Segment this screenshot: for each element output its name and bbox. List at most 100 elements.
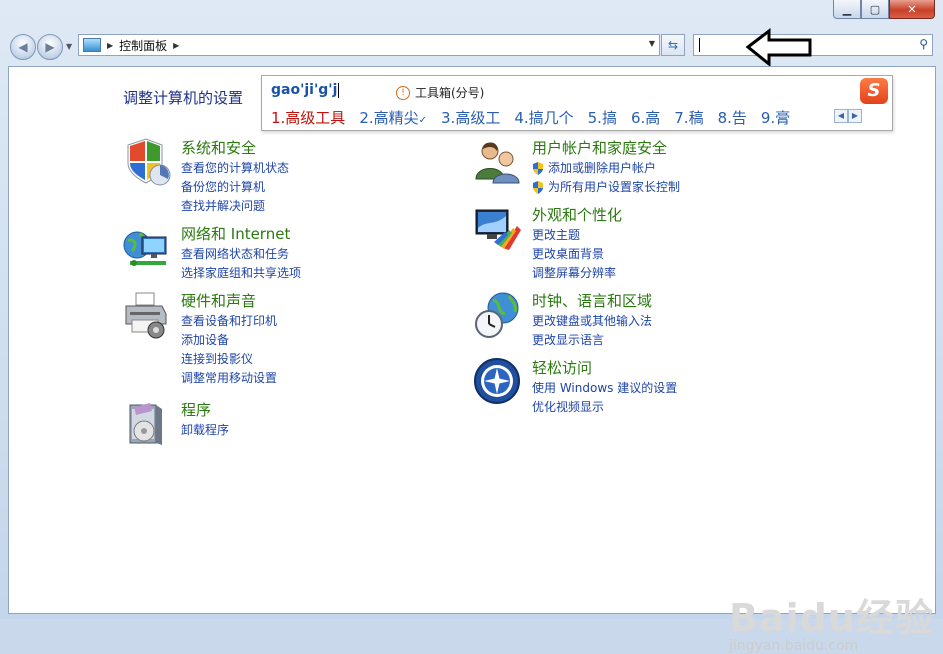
close-button[interactable]: ✕: [889, 0, 935, 19]
link-keyboard-input[interactable]: 更改键盘或其他输入法: [532, 312, 652, 331]
ime-page-buttons: ◀ ▶: [834, 109, 862, 123]
category-title[interactable]: 轻松访问: [532, 357, 592, 378]
ime-candidate[interactable]: 6.高: [631, 107, 660, 128]
system-security-shield-icon: [127, 138, 171, 186]
link-change-theme[interactable]: 更改主题: [532, 226, 616, 245]
info-icon: !: [396, 85, 410, 100]
address-bar[interactable]: ▶ 控制面板 ▶ ▼: [78, 34, 660, 56]
ime-candidate[interactable]: 4.搞几个: [514, 107, 573, 128]
ime-next-page-icon[interactable]: ▶: [848, 109, 862, 123]
link-recommended-settings[interactable]: 使用 Windows 建议的设置: [532, 379, 677, 398]
baidu-watermark: Baidu经验 jingyan.baidu.com: [729, 587, 934, 654]
link-desktop-background[interactable]: 更改桌面背景: [532, 245, 616, 264]
category-programs: 程序 卸载程序: [122, 399, 422, 449]
ime-candidate[interactable]: 8.告: [718, 107, 747, 128]
control-panel-icon: [83, 38, 101, 52]
category-links: 更改主题 更改桌面背景 调整屏幕分辨率: [532, 226, 616, 283]
link-label: 添加或删除用户帐户: [548, 161, 657, 175]
link-homegroup-sharing[interactable]: 选择家庭组和共享选项: [181, 264, 301, 283]
sogou-logo-icon: S: [860, 78, 888, 104]
category-links: 卸载程序: [181, 421, 229, 440]
appearance-monitor-icon: [475, 209, 521, 250]
ime-cursor: [338, 82, 340, 98]
category-title[interactable]: 硬件和声音: [181, 290, 256, 311]
link-connect-projector[interactable]: 连接到投影仪: [181, 350, 277, 369]
page-title: 调整计算机的设置: [123, 89, 244, 107]
category-title[interactable]: 时钟、语言和区域: [532, 290, 652, 311]
minimize-icon: ▁: [842, 2, 852, 16]
ime-composition-text: gao'ji'g'j: [271, 82, 338, 98]
recent-pages-dropdown[interactable]: ▼: [66, 42, 72, 51]
category-links: 查看设备和打印机 添加设备 连接到投影仪 调整常用移动设置: [181, 312, 277, 388]
category-title[interactable]: 程序: [181, 399, 211, 420]
link-troubleshoot[interactable]: 查找并解决问题: [181, 197, 289, 216]
caption-buttons: ▁ ▢ ✕: [833, 0, 935, 19]
close-icon: ✕: [907, 2, 917, 16]
clock-globe-icon: [475, 292, 519, 338]
ime-candidate-list: 1.高级工具 2.高精尖✓ 3.高级工 4.搞几个 5.搞 6.高 7.稿 8.…: [271, 107, 804, 128]
link-add-device[interactable]: 添加设备: [181, 331, 277, 350]
refresh-icon: ⇆: [667, 38, 679, 52]
category-links: 更改键盘或其他输入法 更改显示语言: [532, 312, 652, 350]
verified-check-icon: ✓: [418, 115, 428, 126]
link-network-status[interactable]: 查看网络状态和任务: [181, 245, 301, 264]
main-content: 调整计算机的设置 gao'ji'g'j ! 工具箱(分号) S 1.高级工具 2…: [8, 66, 936, 654]
ime-candidate[interactable]: 7.稿: [674, 107, 703, 128]
maximize-button[interactable]: ▢: [861, 0, 889, 19]
network-globe-icon: [123, 231, 167, 266]
category-network-internet: 网络和 Internet 查看网络状态和任务 选择家庭组和共享选项: [122, 223, 422, 283]
refresh-button[interactable]: ⇆: [661, 34, 685, 56]
ime-prev-page-icon[interactable]: ◀: [834, 109, 848, 123]
breadcrumb-control-panel[interactable]: 控制面板: [119, 37, 167, 54]
link-screen-resolution[interactable]: 调整屏幕分辨率: [532, 264, 616, 283]
link-display-language[interactable]: 更改显示语言: [532, 331, 652, 350]
annotation-left-arrow-icon: [745, 28, 812, 68]
title-bar: ▁ ▢ ✕: [0, 0, 943, 28]
link-backup-computer[interactable]: 备份您的计算机: [181, 178, 289, 197]
link-uninstall-program[interactable]: 卸载程序: [181, 421, 229, 440]
category-links: 查看您的计算机状态 备份您的计算机 查找并解决问题: [181, 159, 289, 216]
ime-hint-label: 工具箱(分号): [415, 86, 485, 100]
category-title[interactable]: 系统和安全: [181, 137, 256, 158]
link-parental-controls[interactable]: 为所有用户设置家长控制: [532, 178, 680, 197]
forward-button[interactable]: ▶: [37, 34, 63, 60]
category-system-security: 系统和安全 查看您的计算机状态 备份您的计算机 查找并解决问题: [122, 137, 422, 217]
back-button[interactable]: ◀: [10, 34, 36, 60]
control-panel-window: ▁ ▢ ✕ ◀ ▶ ▼ ▶ 控制面板 ▶ ▼ ⇆ ⚲ 调整计算机的设置 gao'…: [0, 0, 943, 654]
ime-candidate[interactable]: 3.高级工: [441, 107, 500, 128]
category-title[interactable]: 网络和 Internet: [181, 223, 290, 244]
link-add-remove-accounts[interactable]: 添加或删除用户帐户: [532, 159, 680, 178]
category-user-accounts: 用户帐户和家庭安全 添加或删除用户帐户 为所有用户设置家长控制: [473, 137, 793, 197]
category-title[interactable]: 外观和个性化: [532, 204, 622, 225]
ime-candidate-window: gao'ji'g'j ! 工具箱(分号) S 1.高级工具 2.高精尖✓ 3.高…: [261, 75, 893, 131]
category-ease-of-access: 轻松访问 使用 Windows 建议的设置 优化视频显示: [473, 357, 793, 417]
uac-shield-icon: [533, 162, 543, 175]
ime-candidate-label: 2.高精尖: [359, 109, 419, 127]
breadcrumb-chevron-icon[interactable]: ▶: [107, 41, 113, 50]
programs-box-icon: [129, 403, 162, 445]
category-title[interactable]: 用户帐户和家庭安全: [532, 137, 667, 158]
ime-toolbox-hint[interactable]: ! 工具箱(分号): [396, 84, 484, 101]
breadcrumb-chevron-icon[interactable]: ▶: [173, 41, 179, 50]
ime-candidate[interactable]: 2.高精尖✓: [359, 107, 427, 128]
address-dropdown-icon[interactable]: ▼: [649, 39, 655, 48]
maximize-icon: ▢: [869, 2, 881, 16]
link-mobility-settings[interactable]: 调整常用移动设置: [181, 369, 277, 388]
category-clock-language-region: 时钟、语言和区域 更改键盘或其他输入法 更改显示语言: [473, 290, 793, 350]
link-view-computer-status[interactable]: 查看您的计算机状态: [181, 159, 289, 178]
watermark-main: Baidu经验: [729, 596, 934, 640]
search-icon[interactable]: ⚲: [919, 37, 928, 51]
users-icon: [475, 142, 520, 184]
category-appearance: 外观和个性化 更改主题 更改桌面背景 调整屏幕分辨率: [473, 204, 793, 284]
category-links: 添加或删除用户帐户 为所有用户设置家长控制: [532, 159, 680, 197]
ime-candidate[interactable]: 5.搞: [588, 107, 617, 128]
printer-icon: [125, 292, 167, 339]
link-devices-printers[interactable]: 查看设备和打印机: [181, 312, 277, 331]
forward-arrow-icon: ▶: [45, 40, 55, 54]
uac-shield-icon: [533, 181, 543, 194]
ime-candidate[interactable]: 1.高级工具: [271, 107, 345, 128]
link-optimize-display[interactable]: 优化视频显示: [532, 398, 677, 417]
ime-candidate[interactable]: 9.膏: [761, 107, 790, 128]
search-input[interactable]: ⚲: [693, 34, 933, 56]
minimize-button[interactable]: ▁: [833, 0, 861, 19]
